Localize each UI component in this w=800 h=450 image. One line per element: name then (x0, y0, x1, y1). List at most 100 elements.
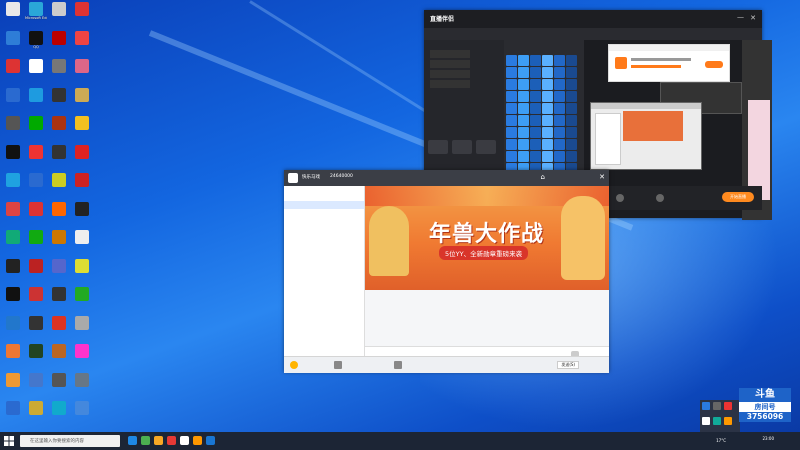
desktop-icon[interactable] (48, 30, 70, 57)
list-item[interactable] (284, 262, 364, 270)
source-thumbnail[interactable] (506, 139, 517, 150)
mic-icon[interactable] (616, 194, 624, 202)
yy-titlebar[interactable]: 快乐马戏 24640000 ✕ ⌂ (284, 170, 609, 186)
source-thumbnail[interactable] (518, 115, 529, 126)
list-item[interactable] (284, 247, 364, 255)
desktop-icon[interactable] (48, 59, 70, 85)
desktop-icon[interactable]: Microsoft Edge (25, 2, 47, 28)
desktop-icon[interactable] (71, 344, 93, 370)
send-button[interactable]: 发送(S) (557, 361, 579, 369)
tray-icon[interactable] (713, 402, 721, 410)
source-thumbnail[interactable] (542, 103, 553, 114)
scene-list[interactable] (430, 50, 470, 100)
close-icon[interactable]: ✕ (750, 14, 756, 22)
desktop-icon[interactable] (71, 59, 93, 85)
source-thumbnail[interactable] (506, 103, 517, 114)
source-thumbnail[interactable] (554, 67, 565, 78)
desktop-icon[interactable] (48, 87, 70, 114)
desktop-icon[interactable] (71, 87, 93, 114)
source-thumbnail[interactable] (530, 139, 541, 150)
tray-icon[interactable] (724, 417, 732, 425)
source-thumbnail[interactable] (506, 91, 517, 102)
desktop-icon[interactable] (71, 30, 93, 57)
source-thumbnail[interactable] (530, 91, 541, 102)
source-thumbnail[interactable] (542, 115, 553, 126)
desktop-icon[interactable] (2, 116, 24, 142)
minimize-icon[interactable]: — (737, 13, 744, 21)
desktop-icon[interactable] (2, 372, 24, 399)
taskbar-app-icon[interactable] (141, 436, 150, 445)
game-icon[interactable] (394, 361, 402, 369)
windows-start-icon[interactable] (4, 436, 14, 446)
source-thumbnail[interactable] (506, 79, 517, 90)
clock[interactable]: 23:00 (762, 436, 774, 441)
source-thumbnail[interactable] (530, 151, 541, 162)
list-item[interactable] (284, 216, 364, 224)
taskbar-app-icon[interactable] (128, 436, 137, 445)
source-thumbnail[interactable] (554, 127, 565, 138)
list-item[interactable] (284, 277, 364, 285)
list-item[interactable] (284, 285, 364, 293)
desktop-icon[interactable] (2, 258, 24, 285)
desktop-icon[interactable] (71, 173, 93, 199)
start-live-button[interactable]: 开始直播 (722, 192, 754, 202)
source-thumbnail[interactable] (566, 103, 577, 114)
taskbar-app-icon[interactable] (167, 436, 176, 445)
taskbar-app-icon[interactable] (180, 436, 189, 445)
desktop-icon[interactable] (48, 144, 70, 171)
desktop-icon[interactable] (48, 230, 70, 256)
source-thumbnail[interactable] (554, 79, 565, 90)
system-tray-overflow[interactable] (700, 400, 740, 432)
taskbar-app-icon[interactable] (154, 436, 163, 445)
source-thumbnail[interactable] (554, 103, 565, 114)
source-thumbnail[interactable] (506, 115, 517, 126)
tray-icon[interactable] (702, 417, 710, 425)
source-thumbnail[interactable] (530, 127, 541, 138)
list-item[interactable] (284, 224, 364, 232)
desktop-icon[interactable] (48, 116, 70, 142)
desktop-icon[interactable] (71, 230, 93, 256)
taskbar-app-icon[interactable] (193, 436, 202, 445)
list-item[interactable] (284, 270, 364, 278)
source-thumbnail[interactable] (542, 55, 553, 66)
source-thumbnail[interactable] (566, 91, 577, 102)
list-item[interactable] (284, 232, 364, 240)
desktop-icon[interactable] (25, 87, 47, 114)
source-thumbnail[interactable] (554, 55, 565, 66)
desktop-icon[interactable]: QQ (25, 30, 47, 57)
list-item[interactable] (284, 315, 364, 323)
tool-button[interactable] (452, 140, 472, 154)
desktop-icon[interactable] (25, 116, 47, 142)
desktop-icon[interactable] (48, 287, 70, 313)
desktop-icon[interactable] (25, 173, 47, 199)
desktop-icon[interactable] (25, 144, 47, 171)
desktop-icon[interactable] (71, 287, 93, 313)
list-item[interactable] (284, 201, 364, 209)
desktop-icon[interactable] (2, 315, 24, 342)
source-thumbnail[interactable] (518, 91, 529, 102)
list-item[interactable] (284, 338, 364, 346)
music-icon[interactable] (334, 361, 342, 369)
desktop-icon[interactable] (2, 87, 24, 114)
list-item[interactable] (284, 209, 364, 217)
source-thumbnail[interactable] (566, 55, 577, 66)
desktop-icon[interactable] (25, 315, 47, 342)
list-item[interactable] (284, 330, 364, 338)
speaker-icon[interactable] (656, 194, 664, 202)
source-thumbnail[interactable] (566, 127, 577, 138)
source-thumbnail[interactable] (518, 67, 529, 78)
desktop-icon[interactable] (48, 173, 70, 199)
source-thumbnail[interactable] (566, 151, 577, 162)
source-thumbnail[interactable] (542, 151, 553, 162)
source-thumbnail[interactable] (542, 79, 553, 90)
close-icon[interactable]: ✕ (599, 173, 605, 181)
desktop-icon[interactable] (71, 2, 93, 28)
source-thumbnail[interactable] (566, 67, 577, 78)
list-item[interactable] (284, 308, 364, 316)
event-banner[interactable]: 年兽大作战 5位YY、全新勋章重磅来袭 (365, 186, 609, 290)
desktop-icon[interactable] (2, 230, 24, 256)
confirm-button[interactable] (705, 61, 723, 68)
list-item[interactable] (284, 194, 364, 202)
source-thumbnail[interactable] (566, 79, 577, 90)
desktop-icon[interactable] (25, 287, 47, 313)
